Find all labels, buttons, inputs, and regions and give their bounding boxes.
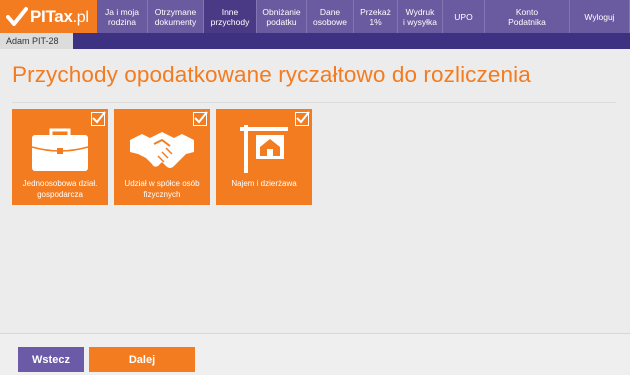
nav-item-6[interactable]: Wydruk i wysyłka: [398, 0, 443, 33]
house-sign-icon: [216, 123, 312, 175]
tile-label: Jednoosobowa dział. gospodarcza: [22, 179, 98, 199]
nav-item-5[interactable]: Przekaż 1%: [354, 0, 398, 33]
nav-item-0[interactable]: Ja i moja rodzina: [97, 0, 148, 33]
logo-check-icon: [6, 6, 28, 26]
nav-item-label: Obniżanie podatku: [262, 6, 301, 27]
nav-item-3[interactable]: Obniżanie podatku: [257, 0, 307, 33]
nav-item-label: Otrzymane dokumenty: [154, 6, 197, 27]
page-title: Przychody opodatkowane ryczałtowo do roz…: [12, 62, 531, 87]
nav-item-8[interactable]: Konto Podatnika: [485, 0, 570, 33]
tile-label: Najem i dzierżawa: [231, 179, 297, 188]
title-divider: [12, 102, 616, 103]
nav-item-label: Wyloguj: [584, 11, 615, 22]
next-button[interactable]: Dalej: [89, 347, 195, 372]
logo-text: PITax.pl: [30, 6, 89, 26]
nav-item-label: Ja i moja rodzina: [104, 6, 139, 27]
briefcase-icon: [12, 123, 108, 175]
income-tile-1[interactable]: Udział w spółce osób fizycznych: [114, 109, 210, 205]
nav-item-label: Dane osobowe: [312, 6, 348, 27]
nav-item-9[interactable]: Wyloguj: [570, 0, 630, 33]
nav-item-label: Wydruk i wysyłka: [402, 6, 437, 27]
income-tile-2[interactable]: Najem i dzierżawa: [216, 109, 312, 205]
nav-item-7[interactable]: UPO: [443, 0, 485, 33]
nav-item-label: Konto Podatnika: [508, 6, 546, 27]
back-button[interactable]: Wstecz: [18, 347, 84, 372]
nav-item-label: Inne przychody: [210, 6, 250, 27]
user-tab[interactable]: Adam PIT-28: [0, 33, 73, 49]
nav-item-2[interactable]: Inne przychody: [204, 0, 257, 33]
nav-item-label: UPO: [454, 11, 473, 22]
tile-label: Udział w spółce osób fizycznych: [124, 179, 200, 199]
pitax-logo[interactable]: PITax.pl: [0, 0, 97, 33]
top-navigation-bar: PITax.pl Ja i moja rodzina Otrzymane doku…: [0, 0, 630, 33]
nav-item-1[interactable]: Otrzymane dokumenty: [148, 0, 204, 33]
income-tile-0[interactable]: Jednoosobowa dział. gospodarcza: [12, 109, 108, 205]
income-tiles: Jednoosobowa dział. gospodarcza Udział w…: [12, 109, 312, 205]
user-bar: Adam PIT-28: [0, 33, 630, 49]
footer-bar: Wstecz Dalej: [0, 334, 630, 375]
handshake-icon: [114, 123, 210, 175]
main-nav: Ja i moja rodzina Otrzymane dokumenty Inne…: [97, 0, 630, 33]
nav-item-label: Przekaż 1%: [360, 6, 391, 27]
nav-item-4[interactable]: Dane osobowe: [307, 0, 354, 33]
